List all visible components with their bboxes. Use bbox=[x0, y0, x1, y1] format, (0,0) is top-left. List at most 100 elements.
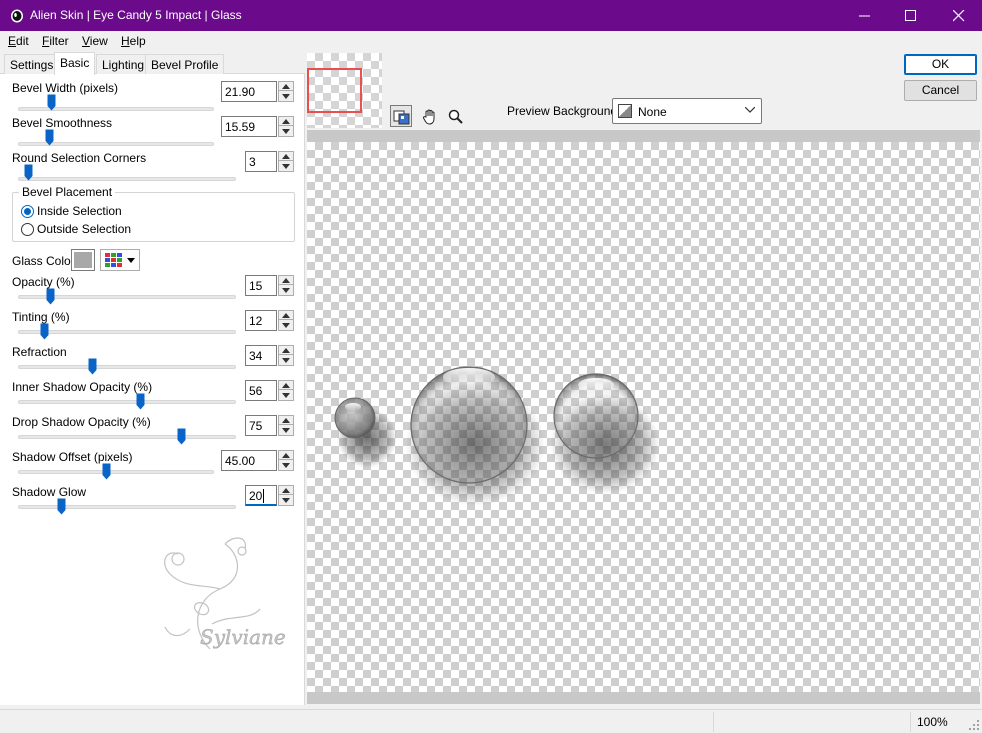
bevel-width-down[interactable] bbox=[279, 92, 293, 101]
shadow-glow-spinner[interactable] bbox=[278, 485, 294, 506]
inner-shadow-opacity-spinner[interactable] bbox=[278, 380, 294, 401]
bevel-width-up[interactable] bbox=[279, 82, 293, 91]
status-bar: 100% bbox=[0, 709, 982, 733]
hand-tool-button[interactable] bbox=[418, 105, 440, 127]
maximize-button[interactable] bbox=[888, 0, 934, 31]
resize-grip-icon[interactable] bbox=[968, 719, 980, 731]
menu-edit[interactable]: Edit bbox=[8, 34, 29, 48]
round-corners-slider-thumb[interactable] bbox=[24, 164, 33, 181]
bevel-smoothness-down[interactable] bbox=[279, 127, 293, 136]
drop-shadow-opacity-spinner[interactable] bbox=[278, 415, 294, 436]
chevron-down-icon bbox=[745, 107, 755, 113]
bevel-smoothness-spinner[interactable] bbox=[278, 116, 294, 137]
refraction-up[interactable] bbox=[279, 346, 293, 355]
opacity-field[interactable]: 15 bbox=[245, 275, 277, 296]
preview-canvas[interactable] bbox=[307, 142, 980, 692]
menu-view[interactable]: View bbox=[82, 34, 108, 48]
tinting-field[interactable]: 12 bbox=[245, 310, 277, 331]
tinting-down[interactable] bbox=[279, 321, 293, 330]
refraction-spinner[interactable] bbox=[278, 345, 294, 366]
shadow-glow-field[interactable]: 20 bbox=[245, 485, 277, 506]
color-picker-dropdown[interactable] bbox=[100, 249, 140, 271]
round-corners-up[interactable] bbox=[279, 152, 293, 161]
opacity-slider-thumb[interactable] bbox=[46, 288, 55, 305]
bevel-smoothness-up[interactable] bbox=[279, 117, 293, 126]
menu-help[interactable]: Help bbox=[121, 34, 146, 48]
alien-skin-app-icon bbox=[11, 9, 23, 23]
shadow-glow-value: 20 bbox=[249, 489, 263, 503]
cancel-button[interactable]: Cancel bbox=[904, 80, 977, 101]
minimize-button[interactable] bbox=[842, 0, 888, 31]
round-corners-field[interactable]: 3 bbox=[245, 151, 277, 172]
drop-shadow-opacity-up[interactable] bbox=[279, 416, 293, 425]
refraction-down[interactable] bbox=[279, 356, 293, 365]
inside-selection-label[interactable]: Inside Selection bbox=[37, 204, 122, 218]
preview-toggle-button[interactable] bbox=[390, 105, 412, 127]
ok-button[interactable]: OK bbox=[904, 54, 977, 75]
shadow-offset-down[interactable] bbox=[279, 461, 293, 470]
tab-bevel-profile[interactable]: Bevel Profile bbox=[145, 54, 225, 74]
shadow-offset-spinner[interactable] bbox=[278, 450, 294, 471]
refraction-track[interactable] bbox=[18, 365, 236, 369]
drop-shadow-opacity-field[interactable]: 75 bbox=[245, 415, 277, 436]
inner-shadow-opacity-slider-thumb[interactable] bbox=[136, 393, 145, 410]
outside-selection-label[interactable]: Outside Selection bbox=[37, 222, 131, 236]
drop-shadow-opacity-track[interactable] bbox=[18, 435, 236, 439]
preview-frame bbox=[307, 130, 980, 704]
opacity-up[interactable] bbox=[279, 276, 293, 285]
opacity-down[interactable] bbox=[279, 286, 293, 295]
bevel-smoothness-slider-thumb[interactable] bbox=[45, 129, 54, 146]
bevel-width-field[interactable]: 21.90 bbox=[221, 81, 277, 102]
settings-panel: Settings Basic Lighting Bevel Profile Be… bbox=[0, 51, 305, 705]
inner-shadow-opacity-down[interactable] bbox=[279, 391, 293, 400]
shadow-offset-slider-thumb[interactable] bbox=[102, 463, 111, 480]
inner-shadow-opacity-field[interactable]: 56 bbox=[245, 380, 277, 401]
refraction-field[interactable]: 34 bbox=[245, 345, 277, 366]
drop-shadow-opacity-label: Drop Shadow Opacity (%) bbox=[12, 415, 151, 429]
tab-basic[interactable]: Basic bbox=[54, 52, 96, 75]
menu-view-mnemonic: V bbox=[82, 34, 90, 48]
bevel-smoothness-field[interactable]: 15.59 bbox=[221, 116, 277, 137]
minimize-icon bbox=[859, 15, 870, 17]
shadow-offset-field[interactable]: 45.00 bbox=[221, 450, 277, 471]
shadow-offset-track[interactable] bbox=[18, 470, 214, 474]
refraction-slider-thumb[interactable] bbox=[88, 358, 97, 375]
inner-shadow-opacity-value: 56 bbox=[249, 384, 263, 398]
tinting-slider-thumb[interactable] bbox=[40, 323, 49, 340]
menu-filter[interactable]: Filter bbox=[42, 34, 69, 48]
round-corners-spinner[interactable] bbox=[278, 151, 294, 172]
menu-help-mnemonic: H bbox=[121, 34, 130, 48]
drop-shadow-opacity-slider-thumb[interactable] bbox=[177, 428, 186, 445]
shadow-glow-slider-thumb[interactable] bbox=[57, 498, 66, 515]
glass-color-swatch[interactable] bbox=[71, 249, 95, 271]
bevel-width-slider-thumb[interactable] bbox=[47, 94, 56, 111]
tab-settings[interactable]: Settings bbox=[4, 54, 60, 74]
tinting-spinner[interactable] bbox=[278, 310, 294, 331]
glass-color-fill bbox=[74, 252, 92, 268]
round-corners-track[interactable] bbox=[18, 177, 236, 181]
title-bar: Alien Skin | Eye Candy 5 Impact | Glass bbox=[0, 0, 982, 31]
shadow-glow-track[interactable] bbox=[18, 505, 236, 509]
shadow-offset-up[interactable] bbox=[279, 451, 293, 460]
shadow-glow-down[interactable] bbox=[279, 496, 293, 505]
round-corners-down[interactable] bbox=[279, 162, 293, 171]
tinting-track[interactable] bbox=[18, 330, 236, 334]
drop-shadow-opacity-down[interactable] bbox=[279, 426, 293, 435]
close-button[interactable] bbox=[936, 0, 982, 31]
preview-background-select[interactable]: None bbox=[612, 98, 762, 124]
hand-icon bbox=[422, 109, 435, 125]
outside-selection-radio[interactable] bbox=[21, 223, 34, 236]
navigator-thumbnail[interactable] bbox=[307, 53, 382, 128]
inside-selection-radio[interactable] bbox=[21, 205, 34, 218]
zoom-level: 100% bbox=[917, 715, 948, 729]
navigator-view-rectangle[interactable] bbox=[307, 68, 362, 113]
shadow-glow-up[interactable] bbox=[279, 486, 293, 495]
tab-lighting[interactable]: Lighting bbox=[96, 54, 151, 74]
bevel-width-label: Bevel Width (pixels) bbox=[12, 81, 119, 95]
opacity-spinner[interactable] bbox=[278, 275, 294, 296]
inner-shadow-opacity-up[interactable] bbox=[279, 381, 293, 390]
tinting-up[interactable] bbox=[279, 311, 293, 320]
zoom-tool-button[interactable] bbox=[444, 105, 466, 127]
bevel-width-spinner[interactable] bbox=[278, 81, 294, 102]
inner-shadow-opacity-track[interactable] bbox=[18, 400, 236, 404]
